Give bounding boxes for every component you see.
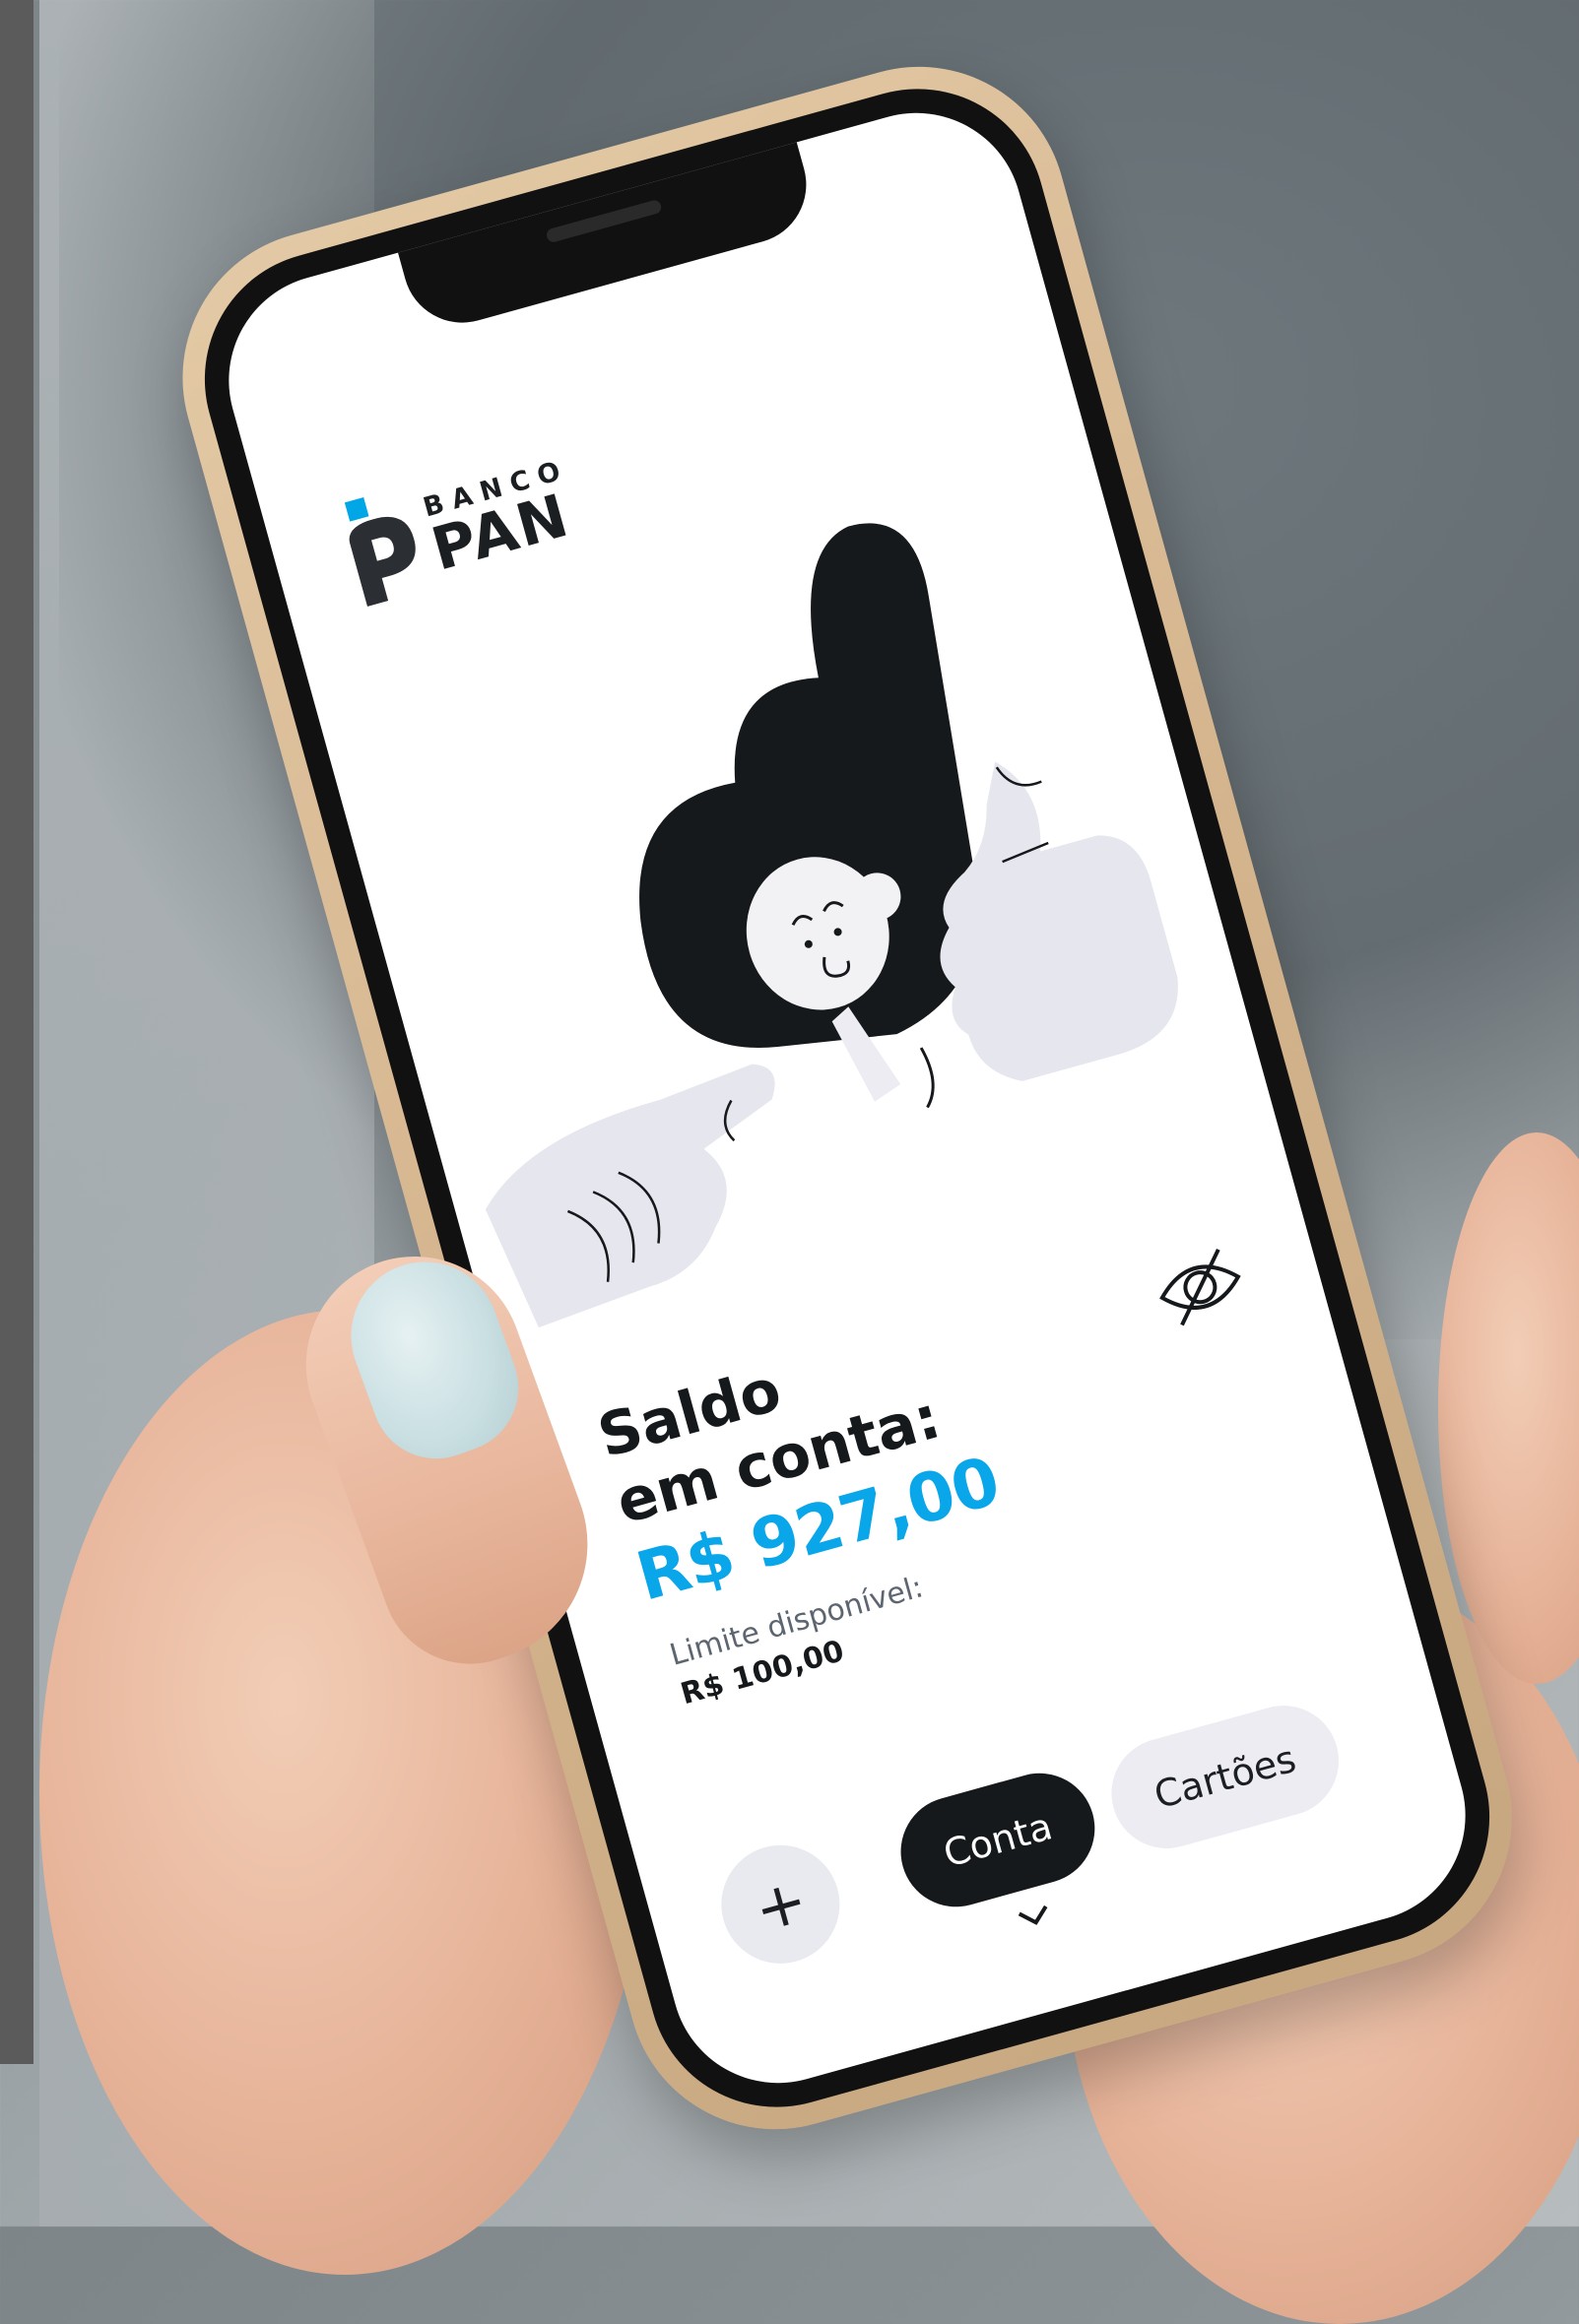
tab-cartoes[interactable]: Cartões bbox=[1098, 1693, 1351, 1861]
chevron-down-icon[interactable] bbox=[1013, 1901, 1056, 1932]
balance-block: Saldo em conta: R$ 927,00 bbox=[591, 1306, 1008, 1616]
logo-p-mark bbox=[349, 516, 416, 608]
logo-dot bbox=[344, 496, 369, 522]
tab-conta[interactable]: Conta bbox=[888, 1760, 1108, 1920]
eye-off-icon[interactable] bbox=[1140, 1227, 1261, 1348]
bottom-tabs: Conta Cartões bbox=[888, 1693, 1351, 1920]
add-button[interactable]: + bbox=[707, 1832, 854, 1977]
left-edge-bar bbox=[0, 0, 33, 2064]
thumbs-up-illustration bbox=[485, 523, 1178, 1328]
